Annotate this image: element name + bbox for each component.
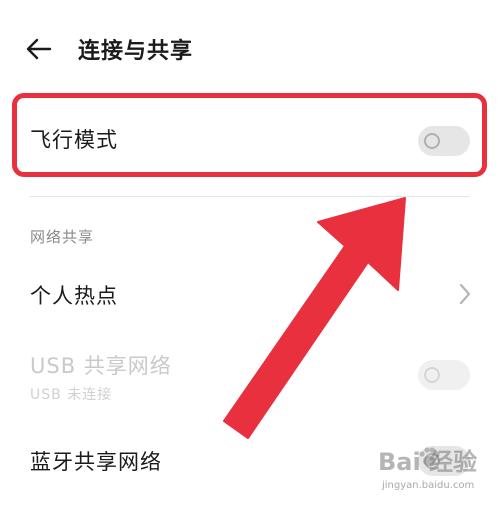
settings-screen: 连接与共享 飞行模式 网络共享 个人热点 USB 共享网络 USB 未连接 蓝牙… <box>0 0 500 507</box>
bluetooth-tethering-toggle[interactable] <box>418 446 470 476</box>
toggle-knob <box>424 453 440 469</box>
airplane-mode-row[interactable]: 飞行模式 <box>0 100 500 180</box>
personal-hotspot-row[interactable]: 个人热点 <box>0 262 500 326</box>
section-header-network-sharing: 网络共享 <box>30 228 95 246</box>
usb-tethering-row[interactable]: USB 共享网络 USB 未连接 <box>0 340 500 410</box>
personal-hotspot-label: 个人热点 <box>30 284 118 308</box>
toggle-knob <box>424 367 440 383</box>
airplane-mode-toggle[interactable] <box>418 126 470 156</box>
usb-tethering-status: USB 未连接 <box>30 387 113 403</box>
chevron-right-icon <box>459 283 471 305</box>
airplane-mode-label: 飞行模式 <box>30 128 118 152</box>
page-title: 连接与共享 <box>78 39 194 64</box>
usb-tethering-toggle[interactable] <box>418 360 470 390</box>
bluetooth-tethering-label: 蓝牙共享网络 <box>30 450 162 474</box>
arrow-left-icon <box>26 38 52 60</box>
bluetooth-tethering-row[interactable]: 蓝牙共享网络 <box>0 432 500 492</box>
header: 连接与共享 <box>0 0 500 100</box>
toggle-knob <box>424 133 440 149</box>
divider <box>30 196 470 197</box>
back-button[interactable] <box>22 34 56 64</box>
usb-tethering-label: USB 共享网络 <box>30 354 172 378</box>
